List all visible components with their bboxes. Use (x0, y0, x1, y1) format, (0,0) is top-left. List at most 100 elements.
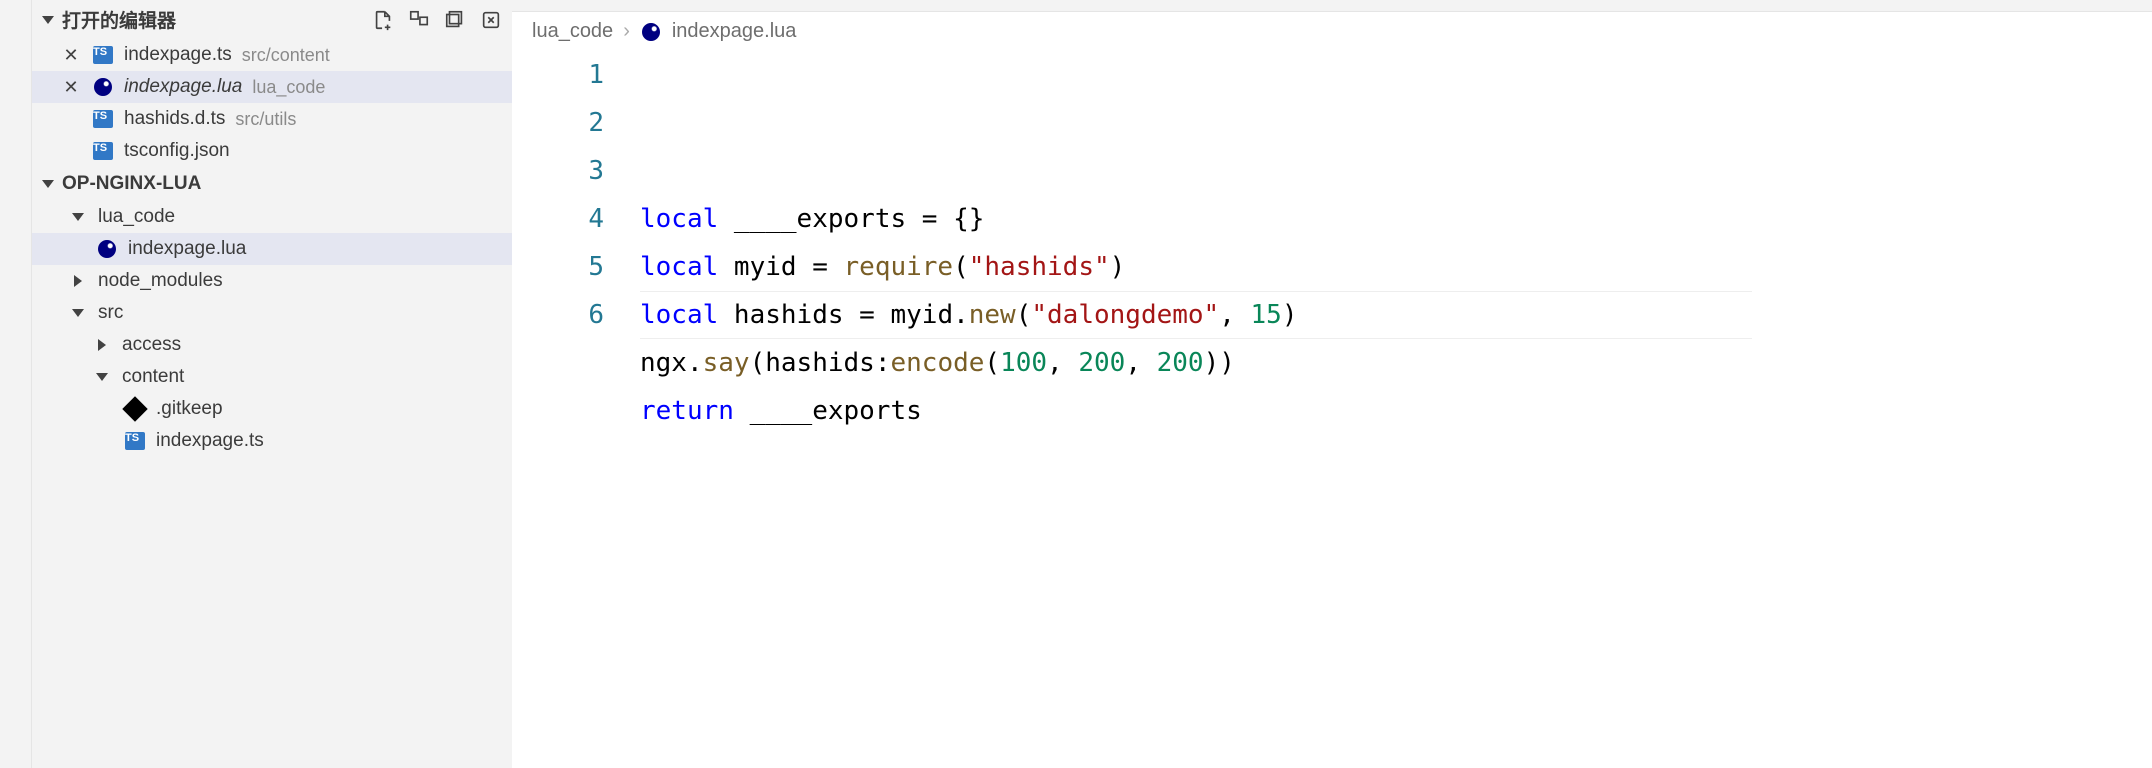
open-editor-item[interactable]: ✕TShashids.d.tssrc/utils (32, 103, 512, 135)
token-number: 200 (1078, 348, 1125, 378)
token-punc: , (1125, 348, 1156, 378)
open-editors-list: ✕ TS indexpage.ts src/content ✕ indexpage.lua… (32, 39, 512, 167)
chevron-down-icon (96, 373, 108, 381)
token-punc: {} (953, 204, 984, 234)
code-line[interactable]: return ____exports (640, 387, 2152, 435)
token-punc: ) (1110, 252, 1126, 282)
tree-item-label: .gitkeep (156, 398, 223, 420)
tabs-bar[interactable] (512, 0, 2152, 12)
close-all-icon[interactable] (480, 9, 502, 31)
activity-bar[interactable] (0, 0, 32, 768)
token-punc: = (859, 300, 875, 330)
close-icon[interactable]: ✕ (60, 76, 82, 98)
tree-item-label: content (122, 366, 184, 388)
save-all-icon[interactable] (444, 9, 466, 31)
token-ident: hashids (718, 300, 859, 330)
token-keyword: local (640, 204, 718, 234)
token-keyword: local (640, 300, 718, 330)
ts-icon: TS (92, 44, 114, 66)
token-punc: = (922, 204, 938, 234)
tree-item-label: src (98, 302, 123, 324)
lua-icon (92, 76, 114, 98)
code-line[interactable]: local myid = require("hashids") (640, 243, 2152, 291)
code-line[interactable]: local hashids = myid.new("dalongdemo", 1… (640, 291, 2152, 339)
json-icon: TS (92, 140, 114, 162)
tree-folder[interactable]: lua_code (32, 201, 512, 233)
workspace-header[interactable]: OP-NGINX-LUA (32, 167, 512, 201)
code-line[interactable] (640, 435, 2152, 483)
file-path: src/utils (235, 109, 296, 130)
file-name: indexpage.lua (124, 76, 242, 98)
editor-area: lua_code › indexpage.lua 123456 local __… (512, 0, 2152, 768)
file-tree: lua_code indexpage.lua node_modulessrc acce… (32, 201, 512, 457)
line-number: 4 (512, 195, 604, 243)
breadcrumb-segment[interactable]: indexpage.lua (672, 20, 797, 43)
open-editor-item[interactable]: ✕ TS indexpage.ts src/content (32, 39, 512, 71)
token-ident: ____exports (734, 396, 922, 426)
token-func: new (969, 300, 1016, 330)
open-editor-item[interactable]: ✕TStsconfig.json (32, 135, 512, 167)
chevron-right-icon (98, 339, 106, 351)
file-name: hashids.d.ts (124, 108, 225, 130)
tree-file[interactable]: indexpage.lua (32, 233, 512, 265)
ts-icon: TS (124, 430, 146, 452)
token-punc: )) (1204, 348, 1235, 378)
tree-item-label: indexpage.lua (128, 238, 246, 260)
token-func: encode (890, 348, 984, 378)
open-editors-actions (372, 9, 502, 31)
token-ident: ____exports (718, 204, 922, 234)
breadcrumb[interactable]: lua_code › indexpage.lua (512, 12, 2152, 51)
file-name: indexpage.ts (124, 44, 232, 66)
open-editor-item[interactable]: ✕ indexpage.lua lua_code (32, 71, 512, 103)
line-number: 1 (512, 51, 604, 99)
code-editor[interactable]: 123456 local ____exports = {}local myid … (512, 51, 2152, 768)
token-func: say (703, 348, 750, 378)
token-ident: myid (718, 252, 812, 282)
token-punc: , (1047, 348, 1078, 378)
token-punc: (hashids: (750, 348, 891, 378)
token-number: 100 (1000, 348, 1047, 378)
token-ident: myid. (875, 300, 969, 330)
code-content[interactable]: local ____exports = {}local myid = requi… (640, 51, 2152, 768)
token-punc: ( (1016, 300, 1032, 330)
tree-file[interactable]: .gitkeep (32, 393, 512, 425)
token-punc: ) (1282, 300, 1298, 330)
tree-folder[interactable]: access (32, 329, 512, 361)
line-number: 6 (512, 291, 604, 339)
chevron-down-icon (72, 309, 84, 317)
tree-folder[interactable]: node_modules (32, 265, 512, 297)
new-file-icon[interactable] (372, 9, 394, 31)
token-punc (937, 204, 953, 234)
line-number: 2 (512, 99, 604, 147)
tree-file[interactable]: TS indexpage.ts (32, 425, 512, 457)
chevron-right-icon: › (623, 20, 630, 43)
code-line[interactable]: local ____exports = {} (640, 195, 2152, 243)
token-ident: ngx. (640, 348, 703, 378)
workspace-label: OP-NGINX-LUA (62, 173, 201, 195)
token-string: "hashids" (969, 252, 1110, 282)
tree-item-label: indexpage.ts (156, 430, 264, 452)
chevron-down-icon (42, 180, 54, 188)
code-line[interactable]: ngx.say(hashids:encode(100, 200, 200)) (640, 339, 2152, 387)
toggle-layout-icon[interactable] (408, 9, 430, 31)
tree-item-label: node_modules (98, 270, 223, 292)
line-number-gutter: 123456 (512, 51, 640, 768)
file-path: src/content (242, 45, 330, 66)
token-number: 200 (1157, 348, 1204, 378)
breadcrumb-segment[interactable]: lua_code (532, 20, 613, 43)
chevron-down-icon (72, 213, 84, 221)
open-editors-header[interactable]: 打开的编辑器 (32, 0, 512, 39)
token-keyword: local (640, 252, 718, 282)
ts-icon: TS (92, 108, 114, 130)
tree-folder[interactable]: content (32, 361, 512, 393)
file-name: tsconfig.json (124, 140, 230, 162)
file-path: lua_code (252, 77, 325, 98)
token-punc: ( (984, 348, 1000, 378)
line-number: 5 (512, 243, 604, 291)
token-punc: , (1219, 300, 1250, 330)
tree-folder[interactable]: src (32, 297, 512, 329)
lua-icon (96, 238, 118, 260)
tree-item-label: lua_code (98, 206, 175, 228)
close-icon[interactable]: ✕ (60, 44, 82, 66)
token-punc: = (812, 252, 828, 282)
